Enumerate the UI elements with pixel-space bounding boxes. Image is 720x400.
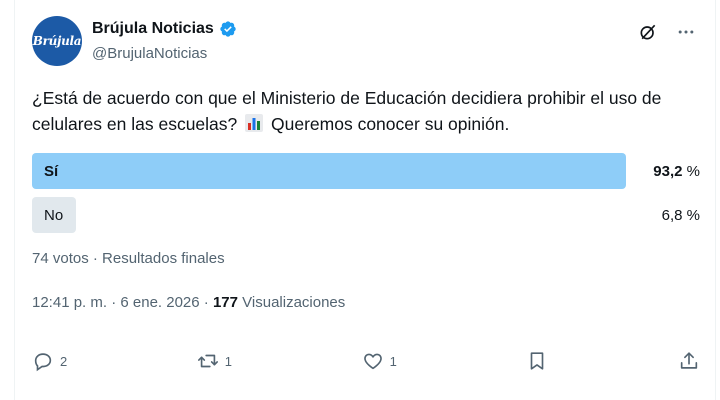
bookmark-button[interactable] — [526, 350, 548, 372]
handle[interactable]: @BrujulaNoticias — [92, 45, 207, 62]
like-count: 1 — [389, 353, 397, 369]
verified-badge-icon — [220, 21, 236, 37]
heart-icon — [363, 353, 382, 370]
bar-chart-emoji-icon — [245, 114, 264, 132]
poll-option-label: No — [44, 207, 64, 224]
poll-bar-si — [32, 153, 626, 189]
author-name-row: Brújula Noticias — [92, 20, 237, 38]
top-actions — [638, 22, 696, 42]
tweet-text-part2: Queremos conocer su opinión. — [271, 114, 510, 134]
tweet-text: ¿Está de acuerdo con que el Ministerio d… — [32, 85, 702, 137]
reply-button[interactable]: 2 — [32, 350, 67, 372]
avatar[interactable]: Brújula — [32, 16, 82, 66]
poll-percent-value: 6,8 — [661, 207, 683, 224]
poll-percent-unit: % — [686, 163, 700, 180]
reply-count: 2 — [60, 353, 68, 369]
timestamp[interactable]: 12:41 p. m. · 6 ene. 2026 · — [32, 294, 213, 311]
bookmark-icon — [531, 352, 544, 370]
action-bar: 2 1 1 — [32, 350, 700, 372]
share-icon — [680, 352, 698, 369]
repost-icon — [197, 354, 218, 368]
poll-percent-unit: % — [686, 207, 700, 224]
more-options-icon[interactable] — [676, 22, 696, 42]
poll-meta: 74 votos · Resultados finales — [32, 250, 225, 267]
views-label: Visualizaciones — [242, 294, 346, 311]
poll-option-percent: 6,8 % — [662, 207, 700, 224]
avatar-logo-text: Brújula — [32, 34, 82, 48]
poll-option-no: No 6,8 % — [32, 197, 700, 233]
poll: Sí 93,2 % No 6,8 % — [32, 153, 700, 241]
repost-button[interactable]: 1 — [197, 350, 232, 372]
share-button[interactable] — [678, 350, 700, 372]
display-name[interactable]: Brújula Noticias — [92, 20, 214, 38]
poll-option-percent: 93,2 % — [653, 163, 700, 180]
repost-count: 1 — [224, 353, 233, 369]
timestamp-row: 12:41 p. m. · 6 ene. 2026 · 177 Visualiz… — [32, 294, 345, 311]
poll-option-si: Sí 93,2 % — [32, 153, 700, 189]
reply-icon — [34, 353, 52, 372]
poll-percent-value: 93,2 — [653, 163, 683, 180]
grok-icon[interactable] — [638, 22, 658, 42]
views-count: 177 — [212, 294, 238, 311]
like-button[interactable]: 1 — [362, 350, 397, 372]
poll-option-label: Sí — [44, 163, 59, 180]
